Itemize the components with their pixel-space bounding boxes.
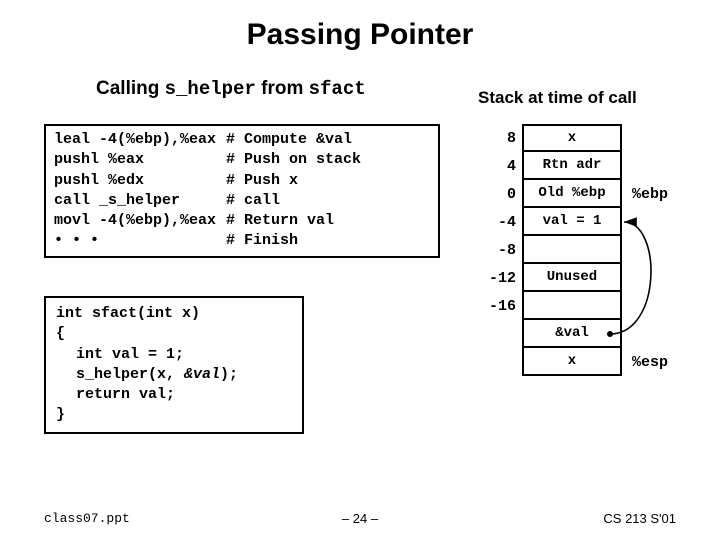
asm-instr: call _s_helper [54,191,226,211]
asm-hash: # [226,191,244,211]
subtitle-fn2: sfact [309,78,366,100]
asm-comment: Return val [244,211,430,231]
code-emphasis: &val [184,366,220,383]
asm-instr: pushl %eax [54,150,226,170]
code-line: } [56,405,292,425]
asm-comment: Compute &val [244,130,430,150]
subtitle: Calling s_helper from sfact [96,78,366,100]
footer-pagenum: – 24 – [342,511,378,526]
asm-hash: # [226,231,244,251]
asm-hash: # [226,211,244,231]
code-line: int val = 1; [56,345,292,365]
asm-comment: call [244,191,430,211]
footer: class07.ppt – 24 – CS 213 S'01 [0,511,720,526]
code-line: int sfact(int x) [56,304,292,324]
code-line: s_helper(x, &val); [56,365,292,385]
asm-instr: pushl %edx [54,171,226,191]
code-frag: s_helper(x, [76,366,184,383]
asm-hash: # [226,130,244,150]
asm-instr: movl -4(%ebp),%eax [54,211,226,231]
c-code-box: int sfact(int x) { int val = 1; s_helper… [44,296,304,434]
code-frag: ); [220,366,238,383]
asm-instr: • • • [54,231,226,251]
stack-caption: Stack at time of call [478,88,637,108]
page-title: Passing Pointer [0,0,720,52]
asm-row: pushl %edx # Push x [54,171,430,191]
asm-hash: # [226,150,244,170]
subtitle-fn1: s_helper [165,78,256,100]
footer-left: class07.ppt [44,511,130,526]
subtitle-mid: from [256,78,309,99]
asm-row: leal -4(%ebp),%eax # Compute &val [54,130,430,150]
asm-comment: Finish [244,231,430,251]
code-line: return val; [56,385,292,405]
asm-row: • • • # Finish [54,231,430,251]
asm-instr: leal -4(%ebp),%eax [54,130,226,150]
code-line: { [56,324,292,344]
asm-row: movl -4(%ebp),%eax # Return val [54,211,430,231]
asm-hash: # [226,171,244,191]
asm-row: pushl %eax # Push on stack [54,150,430,170]
subtitle-pre: Calling [96,78,165,99]
asm-comment: Push x [244,171,430,191]
pointer-arrow [482,124,702,384]
footer-right: CS 213 S'01 [603,511,676,526]
assembly-box: leal -4(%ebp),%eax # Compute &val pushl … [44,124,440,258]
asm-row: call _s_helper # call [54,191,430,211]
asm-comment: Push on stack [244,150,430,170]
